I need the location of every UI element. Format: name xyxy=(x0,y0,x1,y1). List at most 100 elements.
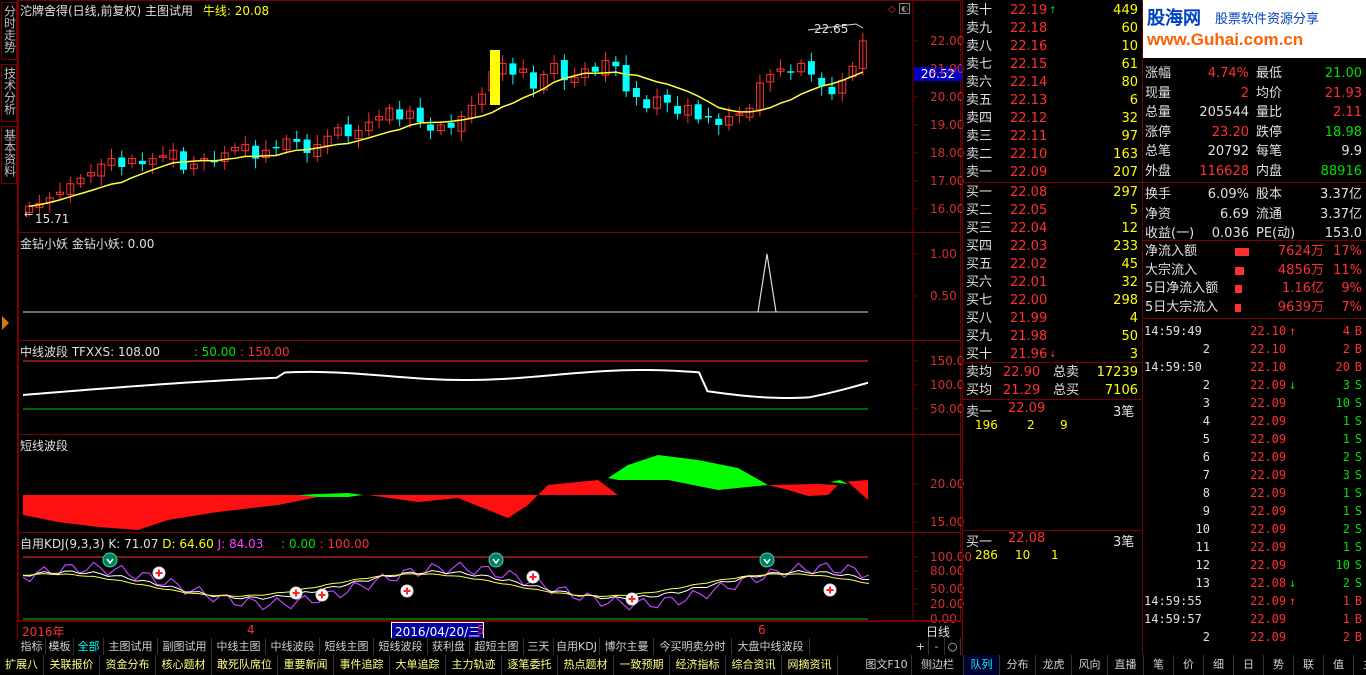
stat-row: 总笔 20792 每笔 9.9 xyxy=(1143,143,1366,161)
queue-sell-count: 3笔 xyxy=(1113,405,1135,420)
side-tab[interactable]: 细 xyxy=(1204,655,1234,675)
side-tab[interactable]: 势 xyxy=(1264,655,1294,675)
sell-level-row[interactable]: 卖三 22.11 97 xyxy=(963,128,1142,146)
indicator-tab[interactable]: 中线主图 xyxy=(212,638,266,655)
tick-time: 10 xyxy=(1195,522,1210,536)
indicator-tab[interactable]: 全部 xyxy=(74,638,104,655)
side-tab[interactable]: 日 xyxy=(1234,655,1264,675)
side-tab[interactable]: 直播 xyxy=(1108,655,1144,675)
indicator-tab[interactable]: 短线波段 xyxy=(374,638,428,655)
buy-level-row[interactable]: 买一 22.08 297 xyxy=(963,184,1142,202)
indicator-tab[interactable]: 三天 xyxy=(524,638,554,655)
tick-side: S xyxy=(1354,468,1362,482)
bottom-tab[interactable]: 敢死队席位 xyxy=(212,655,278,675)
sidebar-button[interactable]: 侧边栏 xyxy=(912,655,964,675)
buy-level-row[interactable]: 买二 22.05 5 xyxy=(963,202,1142,220)
sell-level-label: 卖三 xyxy=(966,129,993,144)
buy-level-volume: 3 xyxy=(1129,347,1138,362)
bottom-tab[interactable]: 事件追踪 xyxy=(334,655,390,675)
f10-button[interactable]: 图文F10 xyxy=(862,655,912,675)
stock-name-label: 沱牌舍得(日线,前复权) xyxy=(20,4,142,18)
diamond-icon[interactable]: ◇ xyxy=(888,4,896,15)
bottom-tab[interactable]: 主力轨迹 xyxy=(446,655,502,675)
indicator-tab[interactable]: 主图试用 xyxy=(104,638,158,655)
indicator-tab[interactable]: 模板 xyxy=(46,638,74,655)
side-tab[interactable]: 分布 xyxy=(1000,655,1036,675)
side-tab[interactable]: 值 xyxy=(1324,655,1354,675)
tick-price: 22.10 xyxy=(1250,342,1287,356)
buy-level-row[interactable]: 买六 22.01 32 xyxy=(963,274,1142,292)
sell-level-row[interactable]: 卖八 22.16 10 xyxy=(963,38,1142,56)
sell-level-row[interactable]: 卖一 22.09 207 xyxy=(963,164,1142,182)
buy-level-price: 22.02 xyxy=(1010,257,1048,272)
side-tab[interactable]: 龙虎 xyxy=(1036,655,1072,675)
sell-level-volume: 10 xyxy=(1121,39,1138,54)
tab-technical[interactable]: 技术分析 xyxy=(1,64,17,122)
bottom-tab[interactable]: 扩展八 xyxy=(0,655,44,675)
flow-bar xyxy=(1235,303,1241,312)
indicator-tab[interactable]: 中线波段 xyxy=(266,638,320,655)
bottom-tab[interactable]: 关联报价 xyxy=(44,655,100,675)
side-tab[interactable]: 联 xyxy=(1294,655,1324,675)
stat-value: 20792 xyxy=(1207,144,1249,159)
bottom-tab[interactable]: 重要新闻 xyxy=(278,655,334,675)
bottom-tab[interactable]: 经济指标 xyxy=(670,655,726,675)
indicator-tab[interactable]: 副图试用 xyxy=(158,638,212,655)
buy-level-row[interactable]: 买五 22.02 45 xyxy=(963,256,1142,274)
bottom-tab[interactable]: 核心题材 xyxy=(156,655,212,675)
indicator-tab[interactable]: 大盘中线波段 xyxy=(732,638,810,655)
bottom-tab[interactable]: 热点题材 xyxy=(558,655,614,675)
side-tab[interactable]: 队列 xyxy=(964,655,1000,675)
y-tick-label: 21.00 xyxy=(930,62,965,76)
indicator-tab[interactable]: 博尔主曼 xyxy=(600,638,654,655)
tick-price: 22.09 xyxy=(1250,432,1287,446)
indicator-tab[interactable]: 指标 xyxy=(18,638,46,655)
bottom-tab[interactable]: 综合资讯 xyxy=(726,655,782,675)
sell-level-row[interactable]: 卖十 22.19 ↑ 449 xyxy=(963,2,1142,20)
side-tab[interactable]: 价 xyxy=(1174,655,1204,675)
zoom-out-button[interactable]: - xyxy=(929,638,945,655)
y-tick-label: 80.00 xyxy=(930,564,965,578)
stat-value: 116628 xyxy=(1199,163,1249,179)
expand-arrow-icon[interactable] xyxy=(2,316,9,330)
side-tab[interactable]: 主 xyxy=(1354,655,1366,675)
y-tick-label: 16.00 xyxy=(930,202,965,216)
bottom-tab[interactable]: 网摘资讯 xyxy=(782,655,838,675)
tick-volume: 3 xyxy=(1342,468,1350,482)
buy-level-label: 买一 xyxy=(966,185,993,200)
reset-button[interactable]: ○ xyxy=(945,638,961,655)
tick-volume: 1 xyxy=(1342,612,1350,626)
buy-level-row[interactable]: 买三 22.04 12 xyxy=(963,220,1142,238)
buy-level-volume: 45 xyxy=(1121,257,1138,272)
bottom-tab[interactable]: 大单追踪 xyxy=(390,655,446,675)
sell-level-row[interactable]: 卖九 22.18 60 xyxy=(963,20,1142,38)
indicator-tab[interactable]: 自用KDJ xyxy=(554,638,600,655)
indicator-tab[interactable]: 获利盘 xyxy=(428,638,470,655)
flow-row: 5日大宗流入 9639万 7% xyxy=(1143,299,1366,317)
tick-side: B xyxy=(1354,324,1362,338)
sell-level-row[interactable]: 卖五 22.13 6 xyxy=(963,92,1142,110)
buy-level-row[interactable]: 买四 22.03 233 xyxy=(963,238,1142,256)
tick-time: 12 xyxy=(1195,558,1210,572)
buy-level-row[interactable]: 买九 21.98 50 xyxy=(963,328,1142,346)
tab-fundamentals[interactable]: 基本资料 xyxy=(1,126,17,184)
bottom-tab[interactable]: 资金分布 xyxy=(100,655,156,675)
bottom-tab[interactable]: 一致预期 xyxy=(614,655,670,675)
indicator-tab[interactable]: 超短主图 xyxy=(470,638,524,655)
zoom-in-button[interactable]: + xyxy=(913,638,929,655)
buy-level-row[interactable]: 买十 21.96 ↓ 3 xyxy=(963,346,1142,364)
sell-level-row[interactable]: 卖六 22.14 80 xyxy=(963,74,1142,92)
side-tab[interactable]: 风向 xyxy=(1072,655,1108,675)
tab-intraday[interactable]: 分时走势 xyxy=(1,2,17,60)
sell-level-row[interactable]: 卖七 22.15 61 xyxy=(963,56,1142,74)
bottom-tab[interactable]: 逐笔委托 xyxy=(502,655,558,675)
indicator-tab[interactable]: 今买明卖分时 xyxy=(654,638,732,655)
indicator-tab[interactable]: 短线主图 xyxy=(320,638,374,655)
sell-level-row[interactable]: 卖二 22.10 163 xyxy=(963,146,1142,164)
config-icon[interactable]: ◐ xyxy=(899,3,910,14)
buy-level-row[interactable]: 买七 22.00 298 xyxy=(963,292,1142,310)
tick-time: 11 xyxy=(1195,540,1210,554)
side-tab[interactable]: 笔 xyxy=(1144,655,1174,675)
sell-level-row[interactable]: 卖四 22.12 32 xyxy=(963,110,1142,128)
buy-level-row[interactable]: 买八 21.99 4 xyxy=(963,310,1142,328)
